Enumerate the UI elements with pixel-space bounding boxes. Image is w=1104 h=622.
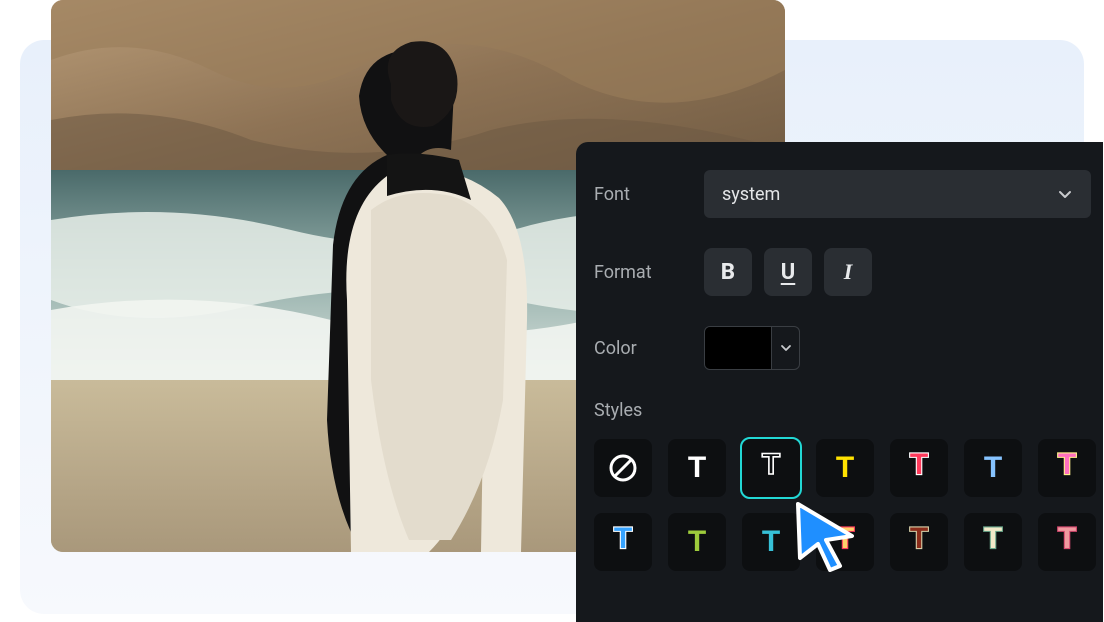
underline-icon: U [781, 260, 796, 285]
text-style-icon: T [901, 521, 937, 563]
svg-text:T: T [910, 522, 928, 555]
color-picker[interactable] [704, 326, 800, 370]
color-label: Color [594, 338, 704, 359]
text-style-icon: T [975, 521, 1011, 563]
format-buttons: B U I [704, 248, 872, 296]
style-brown-beige-outline[interactable]: T [890, 513, 948, 571]
font-label: Font [594, 184, 704, 205]
font-value: system [722, 184, 780, 205]
style-white[interactable]: T [668, 439, 726, 497]
text-style-panel: Font system Format B U I Color Styles [576, 142, 1103, 622]
style-white-outline[interactable]: T [742, 439, 800, 497]
text-style-icon: T [1049, 447, 1085, 489]
text-style-icon: T [901, 447, 937, 489]
styles-label: Styles [594, 400, 1103, 421]
text-style-icon: T [688, 527, 706, 557]
color-row: Color [594, 326, 1103, 370]
style-lightblue[interactable]: T [964, 439, 1022, 497]
color-swatch [705, 327, 771, 369]
text-style-icon: T [605, 521, 641, 563]
text-style-icon: T [1049, 521, 1085, 563]
text-style-icon: T [984, 453, 1002, 483]
styles-section: Styles T T T T T T [594, 400, 1103, 571]
chevron-down-icon [780, 342, 792, 354]
style-pink-yellow-outline[interactable]: T [1038, 439, 1096, 497]
format-label: Format [594, 262, 704, 283]
svg-text:T: T [984, 522, 1002, 555]
italic-icon: I [844, 259, 853, 285]
svg-text:T: T [1058, 522, 1076, 555]
svg-text:T: T [614, 522, 632, 555]
text-style-icon: T [754, 448, 788, 488]
color-dropdown-toggle[interactable] [771, 327, 799, 369]
italic-button[interactable]: I [824, 248, 872, 296]
none-icon [607, 452, 639, 484]
format-row: Format B U I [594, 248, 1103, 296]
bold-icon: B [721, 260, 735, 285]
style-blue-white-outline[interactable]: T [594, 513, 652, 571]
text-style-icon: T [827, 521, 863, 563]
font-row: Font system [594, 170, 1103, 218]
chevron-down-icon [1057, 186, 1073, 202]
text-style-icon: T [762, 527, 780, 557]
style-orange-red-outline[interactable]: T [816, 513, 874, 571]
style-rose-outline[interactable]: T [1038, 513, 1096, 571]
style-cream-green-outline[interactable]: T [964, 513, 1022, 571]
svg-text:T: T [910, 448, 928, 481]
style-green[interactable]: T [668, 513, 726, 571]
text-style-icon: T [688, 453, 706, 483]
svg-text:T: T [1058, 448, 1076, 481]
style-yellow[interactable]: T [816, 439, 874, 497]
font-dropdown[interactable]: system [704, 170, 1091, 218]
style-red-white-outline[interactable]: T [890, 439, 948, 497]
styles-grid: T T T T T T T [594, 439, 1103, 571]
style-teal[interactable]: T [742, 513, 800, 571]
svg-text:T: T [836, 522, 854, 555]
underline-button[interactable]: U [764, 248, 812, 296]
svg-text:T: T [762, 448, 780, 481]
style-none[interactable] [594, 439, 652, 497]
bold-button[interactable]: B [704, 248, 752, 296]
text-style-icon: T [836, 453, 854, 483]
